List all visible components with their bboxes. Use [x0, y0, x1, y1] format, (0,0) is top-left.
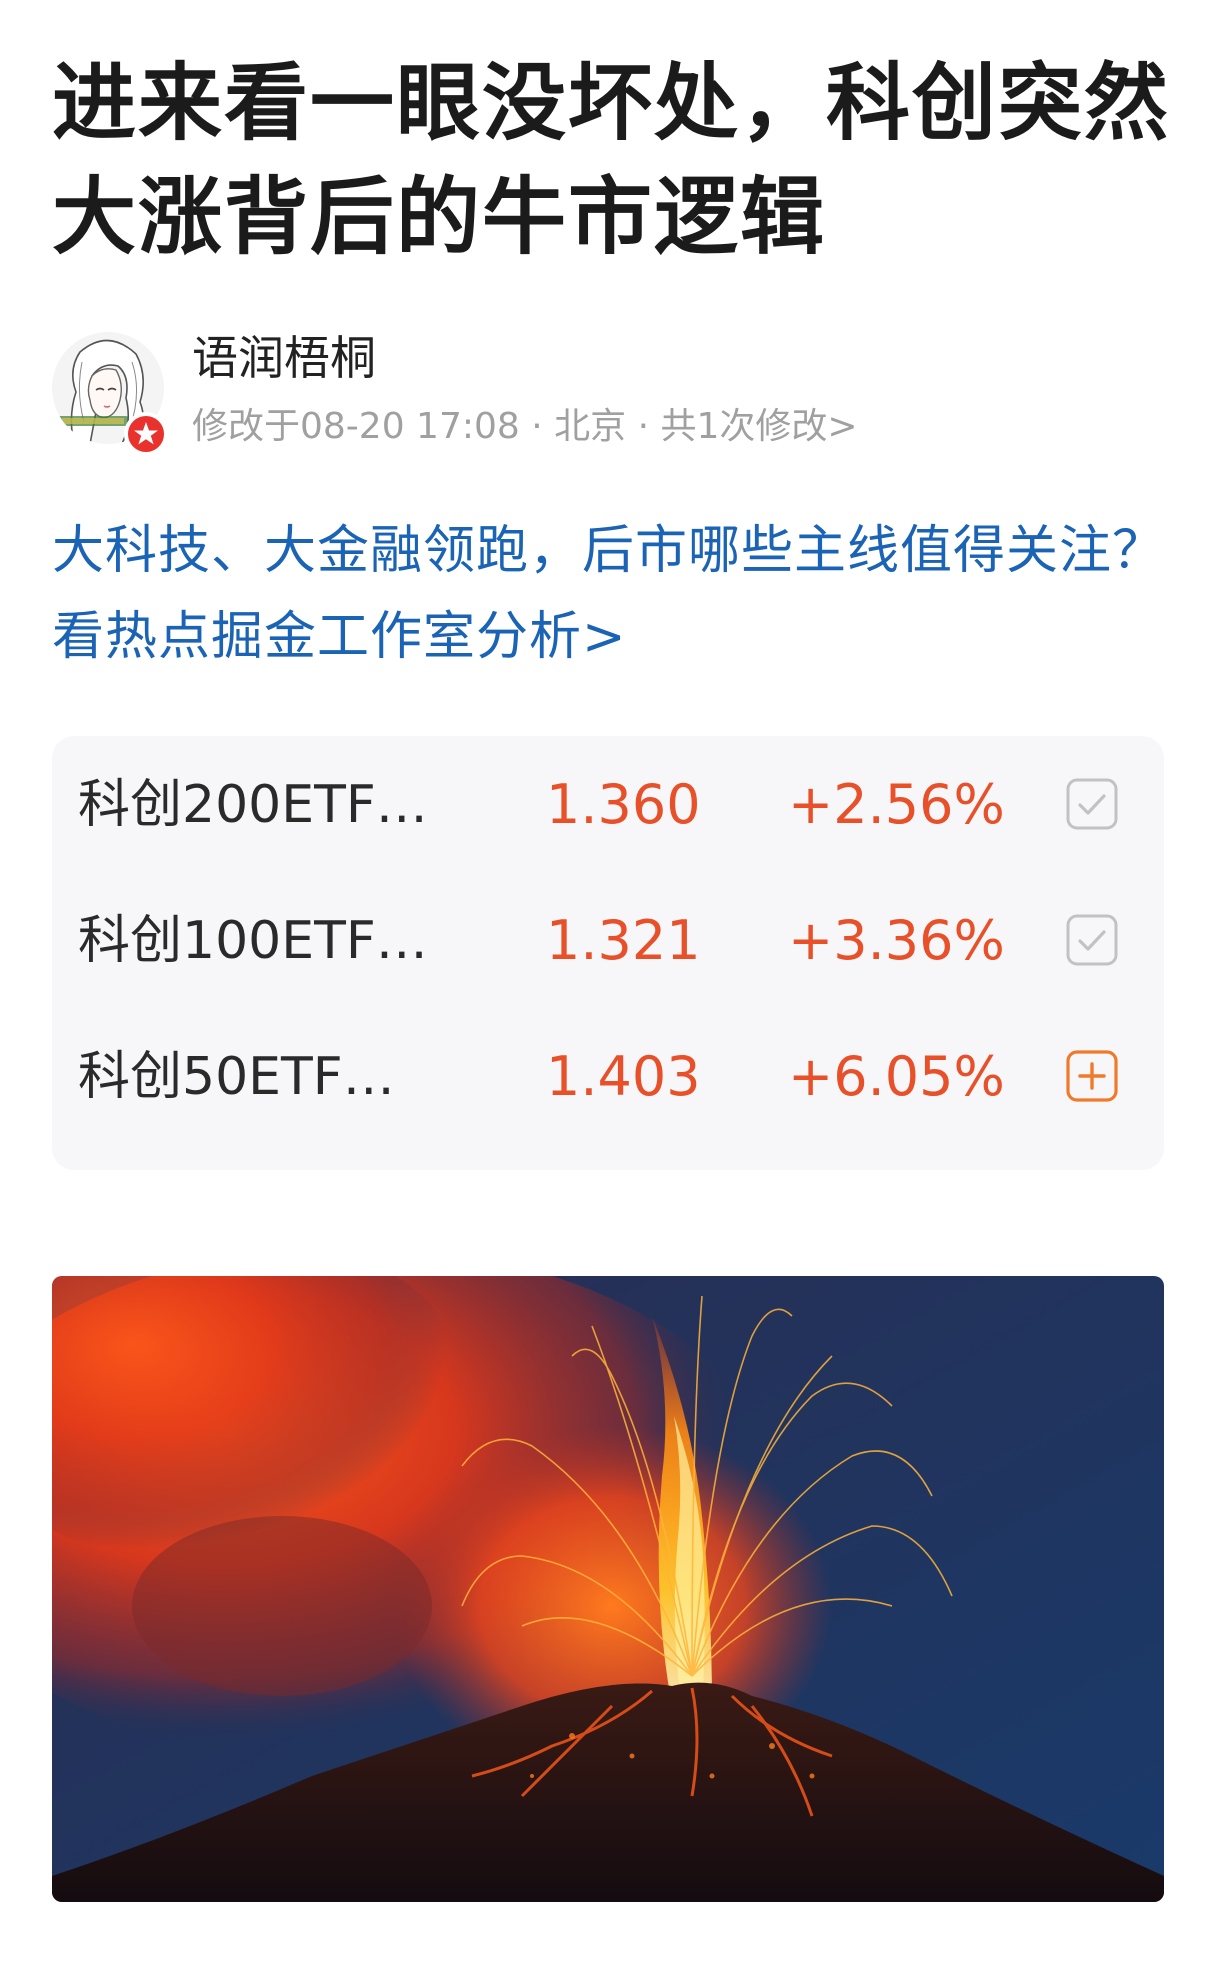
article-image-volcano[interactable]	[52, 1276, 1164, 1902]
promo-link[interactable]: 大科技、大金融领跑，后市哪些主线值得关注？看热点掘金工作室分析>	[52, 508, 1176, 680]
check-icon	[1066, 778, 1118, 830]
quote-price: 1.403	[546, 1045, 701, 1108]
volcano-image	[52, 1276, 1164, 1902]
added-check-button[interactable]	[1066, 778, 1118, 830]
quote-price: 1.321	[546, 909, 701, 972]
edit-meta[interactable]: 修改于08-20 17:08 · 北京 · 共1次修改>	[192, 404, 858, 450]
add-watchlist-button[interactable]	[1066, 1050, 1118, 1102]
quote-name[interactable]: 科创200ETF…	[78, 774, 428, 836]
quote-change: +3.36%	[788, 909, 1005, 972]
star-icon	[134, 422, 158, 445]
quote-name[interactable]: 科创100ETF…	[78, 910, 428, 972]
author-avatar[interactable]	[52, 332, 168, 456]
quote-card: 科创200ETF… 1.360 +2.56% 科创100ETF… 1.321 +…	[52, 736, 1164, 1170]
quote-row[interactable]: 科创100ETF… 1.321 +3.36%	[52, 872, 1164, 1008]
quote-change: +2.56%	[788, 773, 1005, 836]
quote-row[interactable]: 科创50ETF… 1.403 +6.05%	[52, 1008, 1164, 1144]
quote-change: +6.05%	[788, 1045, 1005, 1108]
plus-icon	[1066, 1050, 1118, 1102]
quote-price: 1.360	[546, 773, 701, 836]
verified-badge	[124, 412, 168, 456]
article-title: 进来看一眼没坏处，科创突然大涨背后的牛市逻辑	[52, 54, 1171, 266]
author-name[interactable]: 语润梧桐	[192, 328, 376, 388]
quote-row[interactable]: 科创200ETF… 1.360 +2.56%	[52, 736, 1164, 872]
quote-name[interactable]: 科创50ETF…	[78, 1046, 395, 1108]
check-icon	[1066, 914, 1118, 966]
author-block[interactable]: 语润梧桐 修改于08-20 17:08 · 北京 · 共1次修改>	[52, 322, 1172, 462]
added-check-button[interactable]	[1066, 914, 1118, 966]
